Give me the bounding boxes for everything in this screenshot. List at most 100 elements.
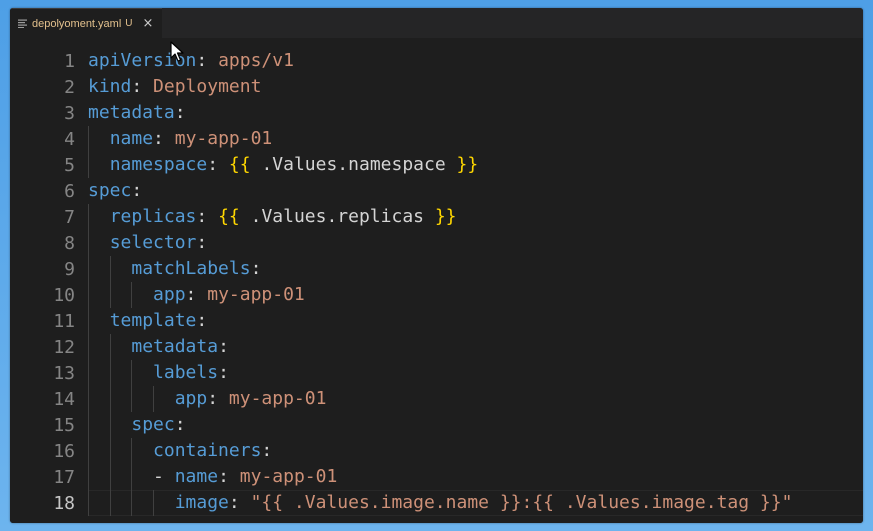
indent-guide — [131, 490, 133, 516]
code-line[interactable]: 8 selector: — [10, 230, 863, 256]
indent-guide — [88, 464, 89, 490]
code-line[interactable]: 3 metadata: — [10, 100, 863, 126]
yaml-key: spec — [88, 180, 132, 201]
indent-guide — [109, 438, 111, 464]
code-line[interactable]: 10 app: my-app-01 — [10, 282, 863, 308]
tab-bar: depolyoment.yaml U × — [10, 8, 863, 38]
code-line[interactable]: 12 metadata: — [10, 334, 863, 360]
line-number: 11 — [53, 310, 75, 332]
indent-guide — [88, 360, 89, 386]
code-line[interactable]: 14 app: my-app-01 — [10, 386, 863, 412]
indent-guide — [131, 438, 133, 464]
yaml-value: my-app-01 — [239, 466, 338, 487]
yaml-value: apps/v1 — [218, 50, 294, 71]
line-number: 8 — [64, 232, 75, 254]
code-text: name: my-app-01 — [88, 126, 273, 152]
template-open-brace: {{ — [228, 154, 251, 175]
list-dash: - — [153, 466, 175, 487]
yaml-separator: : — [207, 388, 229, 409]
indent-guide — [88, 126, 89, 152]
code-line[interactable]: 7 replicas: {{ .Values.replicas }} — [10, 204, 863, 230]
code-line[interactable]: 11 template: — [10, 308, 863, 334]
line-number: 17 — [53, 466, 75, 488]
yaml-key: containers — [153, 440, 262, 461]
line-number: 1 — [64, 50, 75, 72]
yaml-value: my-app-01 — [228, 388, 327, 409]
yaml-key: name — [109, 128, 154, 149]
code-line[interactable]: 5 namespace: {{ .Values.namespace }} — [10, 152, 863, 178]
yaml-separator: : — [196, 310, 208, 331]
line-number: 4 — [64, 128, 75, 150]
code-text: matchLabels: — [88, 256, 261, 282]
code-line[interactable]: 15 spec: — [10, 412, 863, 438]
code-line[interactable]: 13 labels: — [10, 360, 863, 386]
editor-window: depolyoment.yaml U × 1 apiVersion: apps/v… — [10, 8, 863, 523]
indent-guide — [88, 386, 89, 412]
code-text: containers: — [88, 438, 272, 464]
indent-guide — [131, 386, 133, 412]
code-text: metadata: — [88, 100, 186, 126]
yaml-separator: : — [218, 466, 240, 487]
template-close-brace: }} — [434, 206, 457, 227]
yaml-separator: : — [261, 440, 273, 461]
indent-guide — [153, 386, 155, 412]
code-line[interactable]: 18 image: "{{ .Values.image.name }}:{{ .… — [10, 490, 863, 516]
yaml-key: spec — [131, 414, 175, 435]
line-number: 3 — [64, 102, 75, 124]
code-line[interactable]: 16 containers: — [10, 438, 863, 464]
indent-guide — [153, 490, 155, 516]
code-line[interactable]: 4 name: my-app-01 — [10, 126, 863, 152]
yaml-separator: : — [196, 50, 219, 71]
yaml-key: template — [109, 310, 197, 331]
indent-guide — [88, 256, 89, 282]
code-line[interactable]: 9 matchLabels: — [10, 256, 863, 282]
yaml-separator: : — [196, 232, 208, 253]
yaml-value: Deployment — [153, 76, 262, 97]
indent-guide — [88, 204, 89, 230]
code-line[interactable]: 2 kind: Deployment — [10, 74, 863, 100]
line-number: 18 — [53, 492, 75, 514]
yaml-key: app — [153, 284, 186, 305]
yaml-key: selector — [109, 232, 197, 253]
close-icon[interactable]: × — [143, 17, 154, 30]
line-number: 6 — [64, 180, 75, 202]
code-text: replicas: {{ .Values.replicas }} — [88, 204, 457, 230]
line-number: 9 — [64, 258, 75, 280]
lines-icon — [17, 19, 27, 29]
code-line[interactable]: 6 spec: — [10, 178, 863, 204]
line-number: 10 — [53, 284, 75, 306]
indent-guide — [109, 282, 111, 308]
line-number: 15 — [53, 414, 75, 436]
yaml-separator: : — [218, 336, 229, 357]
yaml-separator: : — [218, 362, 229, 383]
line-number: 7 — [64, 206, 75, 228]
yaml-key: matchLabels — [131, 258, 251, 279]
yaml-value: my-app-01 — [207, 284, 305, 305]
indent-guide — [88, 230, 89, 256]
indent-guide — [88, 438, 89, 464]
yaml-key: kind — [88, 76, 132, 97]
code-editor[interactable]: 1 apiVersion: apps/v1 2 kind: Deployment 3 me… — [10, 38, 863, 523]
code-line[interactable]: 1 apiVersion: apps/v1 — [10, 48, 863, 74]
indent-guide — [88, 152, 89, 178]
line-number: 16 — [53, 440, 75, 462]
yaml-separator: : — [228, 492, 251, 513]
indent-guide — [109, 386, 111, 412]
template-open-brace: {{ — [218, 206, 240, 227]
line-number: 13 — [53, 362, 75, 384]
yaml-separator: : — [250, 258, 262, 279]
indent-guide — [88, 334, 89, 360]
template-expression: .Values.namespace — [250, 154, 457, 175]
indent-guide — [88, 490, 89, 516]
yaml-key: replicas — [109, 206, 197, 227]
code-line[interactable]: 17 - name: my-app-01 — [10, 464, 863, 490]
indent-guide — [88, 308, 89, 334]
tab-deployment-yaml[interactable]: depolyoment.yaml U × — [10, 8, 162, 38]
